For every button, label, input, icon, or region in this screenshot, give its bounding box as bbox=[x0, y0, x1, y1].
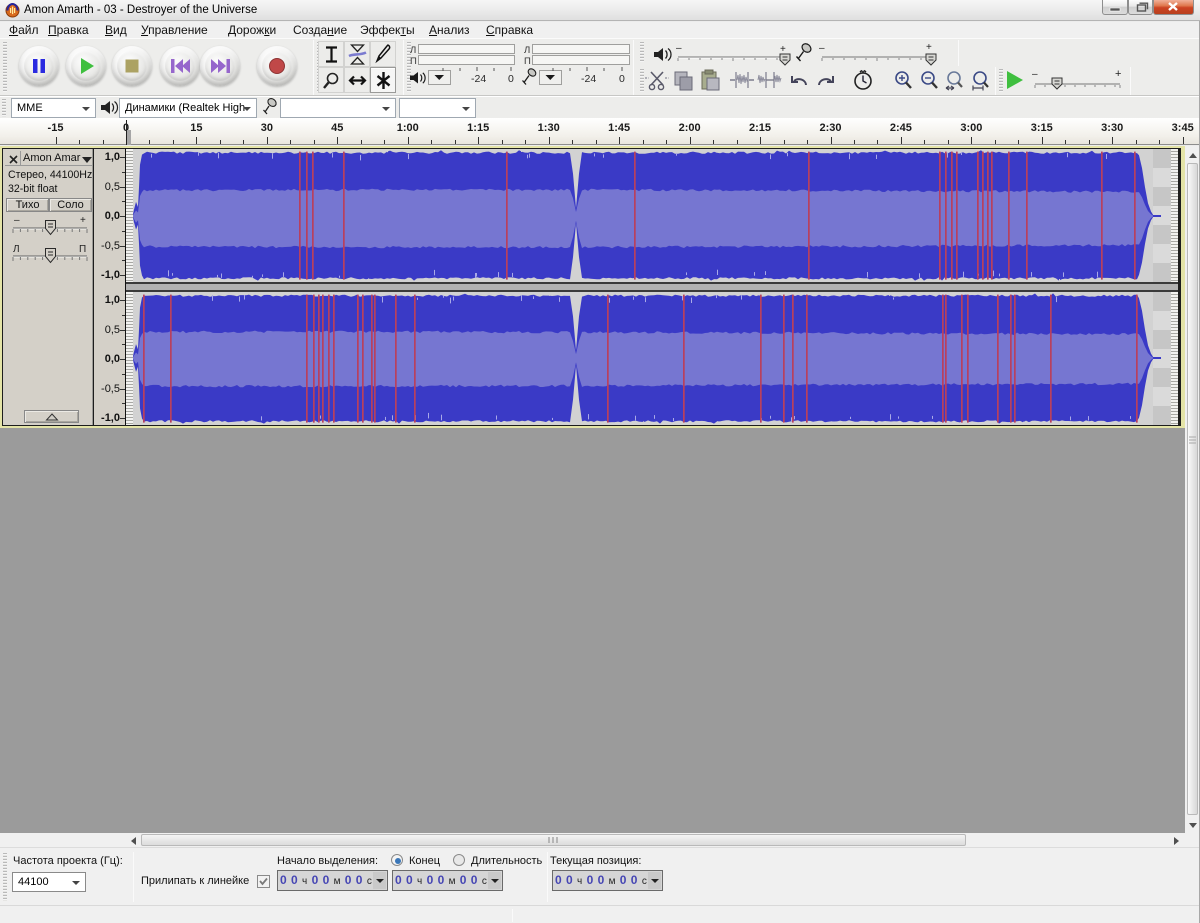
svg-text:–: – bbox=[14, 215, 20, 226]
svg-text:+: + bbox=[780, 44, 786, 55]
svg-text:Л: Л bbox=[13, 244, 20, 255]
svg-text:П: П bbox=[79, 244, 86, 255]
svg-text:+: + bbox=[926, 42, 932, 53]
svg-text:-24: -24 bbox=[581, 73, 596, 85]
svg-text:0: 0 bbox=[508, 73, 514, 85]
svg-text:П: П bbox=[410, 56, 417, 67]
svg-text:Л: Л bbox=[524, 45, 530, 56]
svg-text:–: – bbox=[676, 43, 682, 54]
svg-text:–: – bbox=[1032, 69, 1038, 80]
svg-text:-24: -24 bbox=[471, 73, 486, 85]
svg-text:Л: Л bbox=[410, 45, 416, 56]
svg-text:П: П bbox=[524, 56, 531, 67]
svg-text:+: + bbox=[1115, 68, 1121, 80]
svg-text:0: 0 bbox=[619, 73, 625, 85]
svg-text:–: – bbox=[819, 43, 825, 54]
svg-text:+: + bbox=[80, 215, 86, 226]
